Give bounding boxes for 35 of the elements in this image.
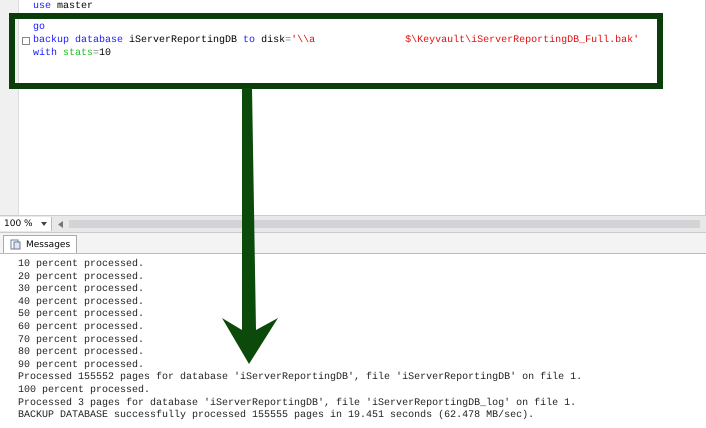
- message-line: 60 percent processed.: [18, 322, 146, 334]
- message-line: 20 percent processed.: [18, 272, 146, 284]
- code-token: go: [33, 22, 46, 33]
- message-line: 50 percent processed.: [18, 309, 146, 322]
- code-token: =: [93, 48, 100, 59]
- horizontal-scrollbar[interactable]: [68, 220, 700, 228]
- code-token: disk: [260, 35, 286, 46]
- scroll-left-icon[interactable]: [58, 220, 63, 228]
- code-token: '\\a: [291, 35, 316, 46]
- caret-icon: [40, 222, 47, 226]
- message-line: 10 percent processed.: [18, 259, 146, 272]
- message-line: Processed 155552 pages for database 'iServerReportingDB', file 'iServerReportingDB' on file 1.: [18, 372, 584, 384]
- message-line: Processed 3 pages for database 'iServerReportingDB', file 'iServerReportingDB_log' on file 1.: [18, 398, 578, 410]
- message-line: 90 percent processed.: [18, 360, 146, 372]
- code-token: iServerReportingDB: [128, 35, 238, 46]
- message-line: BACKUP DATABASE successfully processed 155555 pages in 19.451 seconds (62.478 MB/sec).: [18, 410, 536, 423]
- code-token: to: [243, 35, 256, 46]
- code-token: backup database: [33, 35, 124, 46]
- code-token: with: [33, 48, 58, 59]
- code-token: =: [285, 35, 292, 46]
- message-line: 100 percent processed.: [18, 384, 152, 398]
- code-token: use: [33, 1, 52, 12]
- message-line: 70 percent processed.: [18, 334, 146, 346]
- zoom-dropdown[interactable]: 100 %: [0, 217, 52, 231]
- message-line: 80 percent processed.: [18, 347, 146, 360]
- message-line: 40 percent processed.: [18, 296, 146, 308]
- document-icon: [10, 239, 21, 250]
- collapse-icon[interactable]: [22, 36, 30, 44]
- query-editor[interactable]: use master go backup database iServerReportingDB to disk='\\a $\Keyvault\iServerReportingDB_Full.bak' with stats=10: [0, 0, 706, 215]
- code-token: 10: [99, 48, 112, 59]
- message-line: 30 percent processed.: [18, 284, 146, 296]
- code-token: $\Keyvault\iServerReportingDB_Full.bak': [405, 35, 640, 46]
- messages-tab[interactable]: Messages: [3, 235, 78, 253]
- code-token: stats: [63, 48, 94, 59]
- code-token: master: [56, 1, 94, 12]
